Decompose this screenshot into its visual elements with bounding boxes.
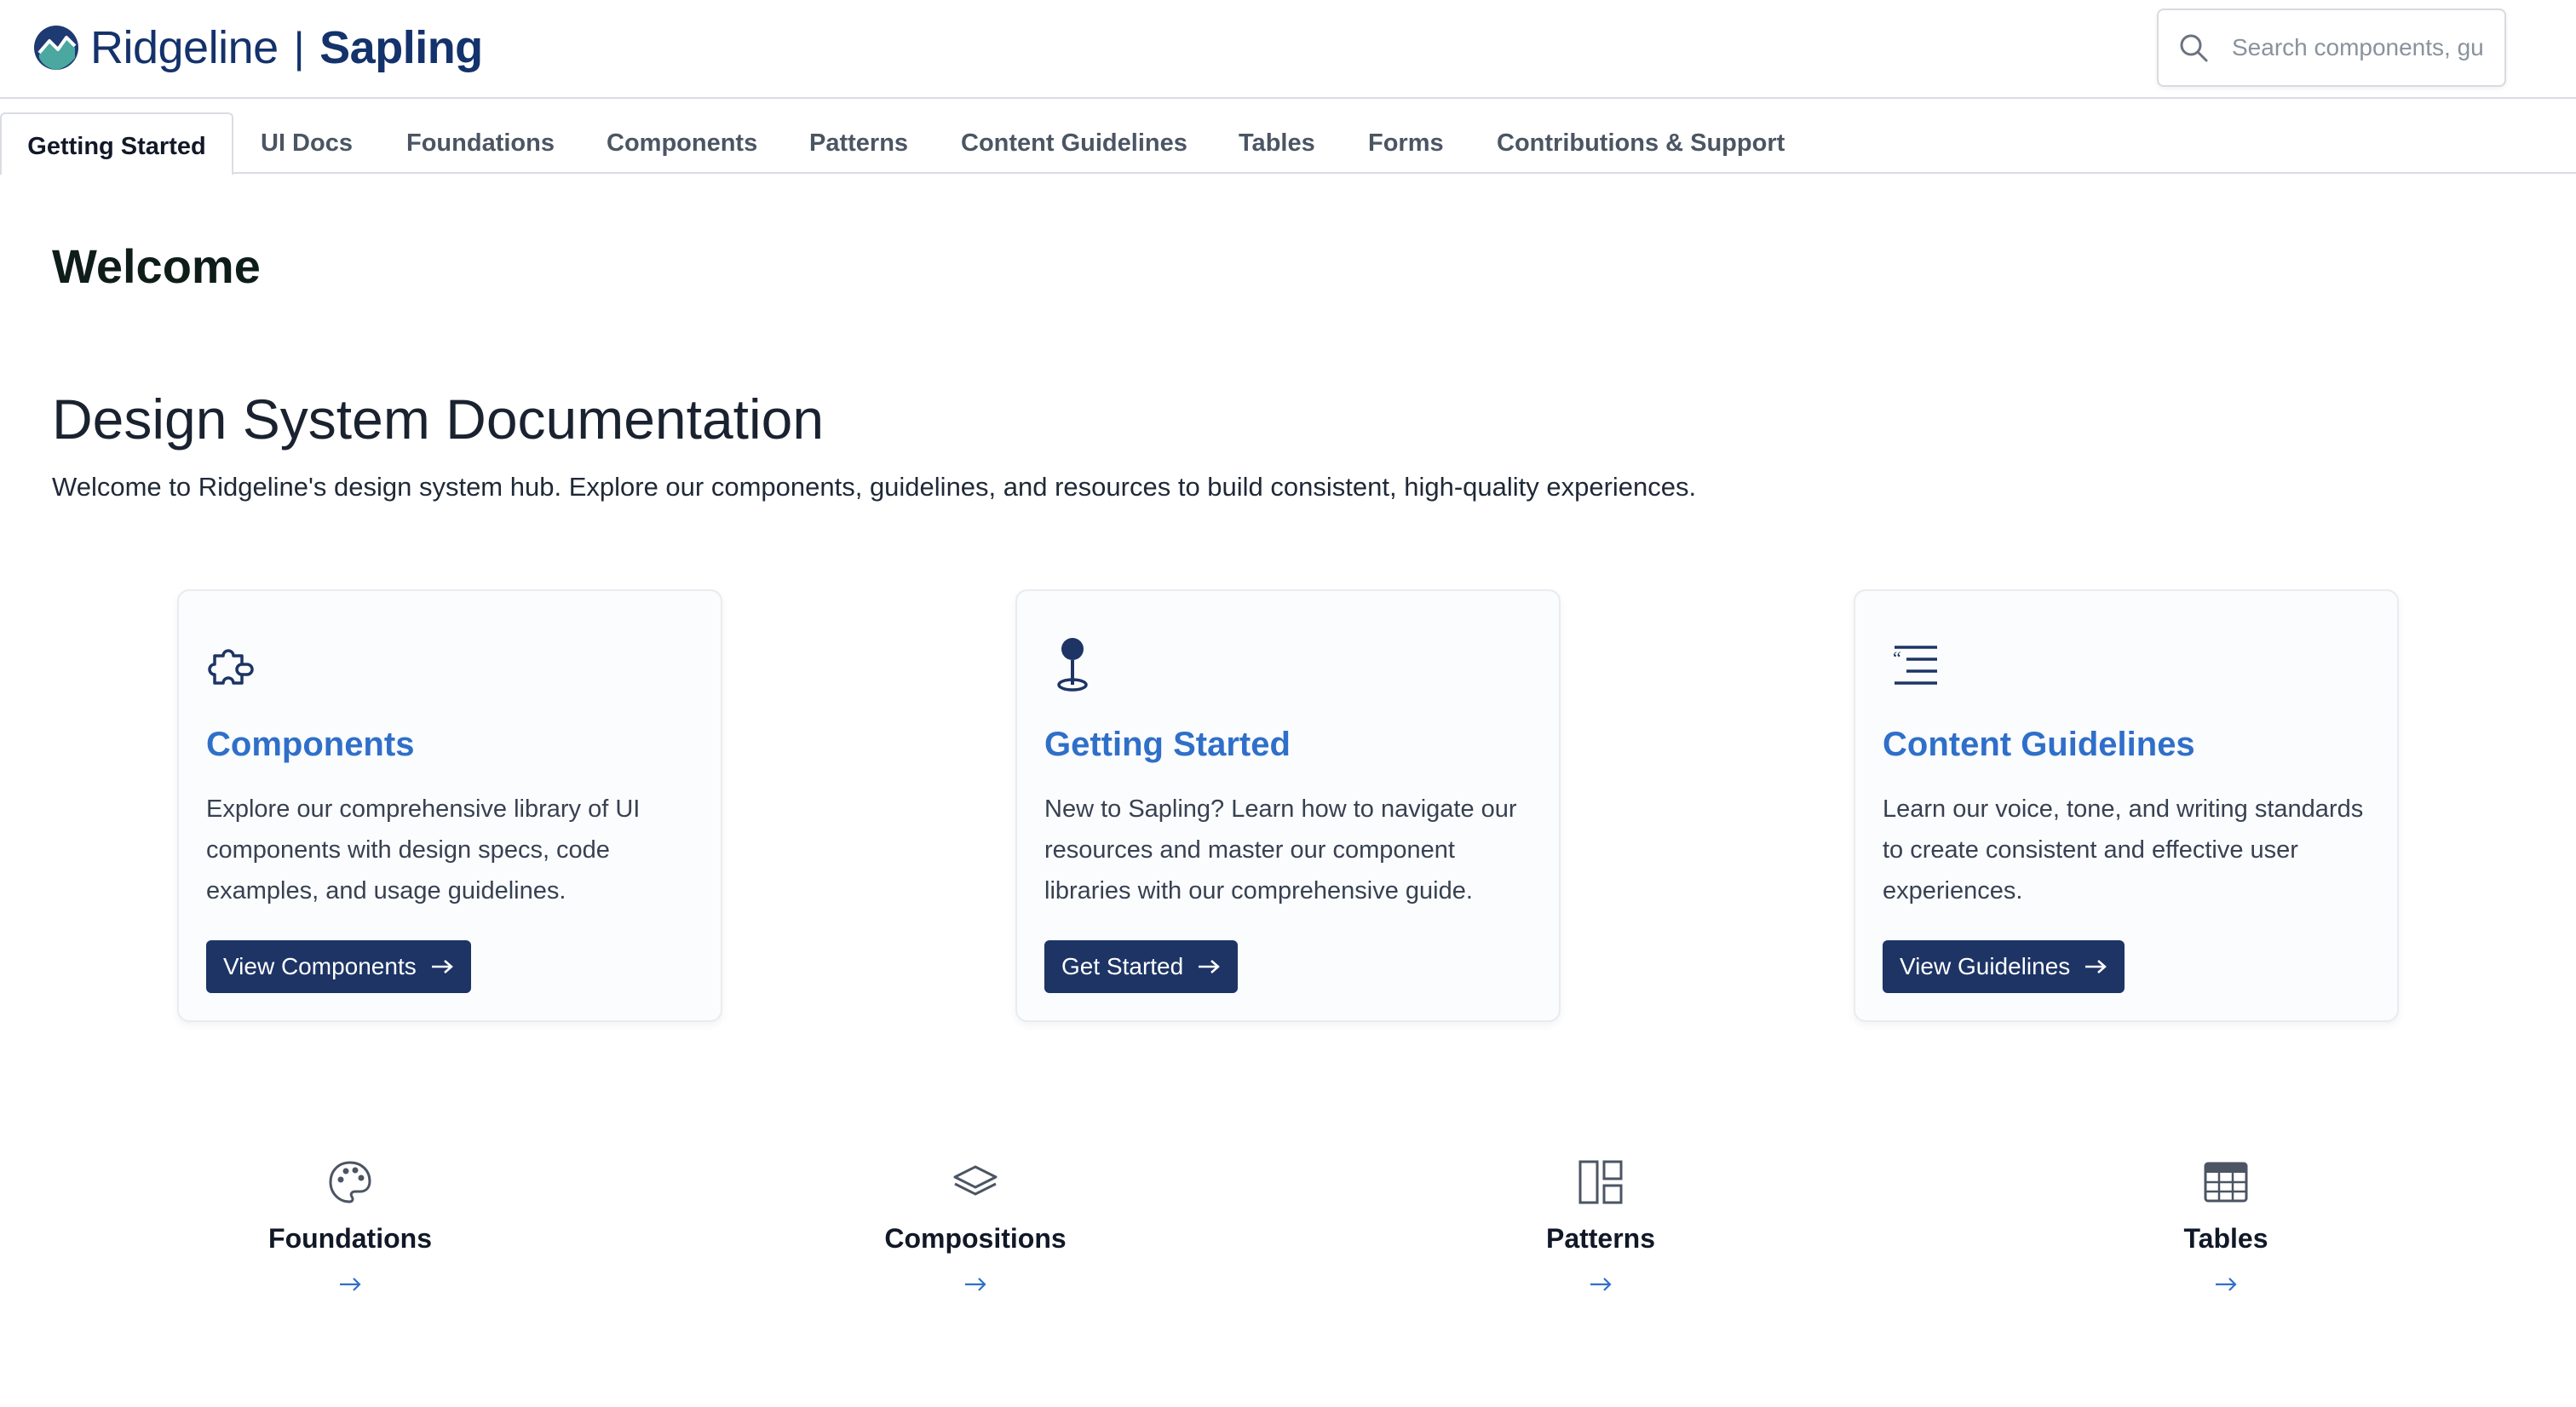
layers-icon bbox=[953, 1165, 998, 1196]
card-content-guidelines: “ Content Guidelines Learn our voice, to… bbox=[1854, 589, 2399, 1022]
card-description: Learn our voice, tone, and writing stand… bbox=[1883, 795, 2364, 904]
ridgeline-logo-icon bbox=[34, 26, 78, 70]
logo[interactable]: Ridgeline | Sapling bbox=[32, 22, 483, 73]
palette-icon bbox=[329, 1161, 371, 1203]
main-nav-tabs: Getting Started UI Docs Foundations Comp… bbox=[0, 112, 2576, 175]
tab-contributions-support[interactable]: Contributions & Support bbox=[1497, 112, 1785, 174]
table-icon bbox=[2204, 1162, 2248, 1203]
search-input[interactable] bbox=[2230, 33, 2489, 62]
arrow-right-icon bbox=[1590, 1278, 1612, 1291]
brand-separator: | bbox=[293, 24, 305, 72]
puzzle-icon bbox=[208, 649, 254, 685]
arrow-right-icon bbox=[2216, 1278, 2237, 1291]
svg-text:“: “ bbox=[1893, 647, 1901, 669]
tab-forms[interactable]: Forms bbox=[1368, 112, 1444, 174]
arrow-right-icon bbox=[965, 1278, 986, 1291]
top-header: Ridgeline | Sapling bbox=[0, 0, 2576, 99]
quick-link-tables[interactable]: Tables bbox=[2047, 1158, 2405, 1294]
tab-components[interactable]: Components bbox=[607, 112, 757, 174]
arrow-right-icon bbox=[2085, 960, 2107, 973]
tab-content-guidelines[interactable]: Content Guidelines bbox=[961, 112, 1187, 174]
page: Ridgeline | Sapling Getting Started UI D… bbox=[0, 0, 2576, 1407]
get-started-button[interactable]: Get Started bbox=[1044, 940, 1239, 993]
tab-tables[interactable]: Tables bbox=[1239, 112, 1315, 174]
view-guidelines-button[interactable]: View Guidelines bbox=[1883, 940, 2125, 993]
quick-link-label: Foundations bbox=[268, 1223, 432, 1254]
brand-name: Ridgeline bbox=[90, 22, 279, 73]
map-pin-icon bbox=[1057, 638, 1088, 692]
card-title[interactable]: Components bbox=[206, 726, 414, 764]
quick-link-label: Tables bbox=[2183, 1223, 2268, 1254]
logo-text: Ridgeline | Sapling bbox=[90, 21, 483, 74]
quick-link-label: Compositions bbox=[884, 1223, 1067, 1254]
button-label: View Guidelines bbox=[1900, 953, 2071, 979]
arrow-right-icon bbox=[340, 1278, 361, 1291]
tab-patterns[interactable]: Patterns bbox=[809, 112, 908, 174]
welcome-heading: Welcome bbox=[52, 239, 261, 293]
quick-link-compositions[interactable]: Compositions bbox=[796, 1158, 1154, 1294]
quick-link-patterns[interactable]: Patterns bbox=[1422, 1158, 1780, 1294]
tab-foundations[interactable]: Foundations bbox=[406, 112, 555, 174]
intro-text: Welcome to Ridgeline's design system hub… bbox=[52, 472, 1697, 502]
quote-lines-icon: “ bbox=[1893, 646, 1937, 685]
search-icon bbox=[2180, 34, 2208, 62]
quick-link-label: Patterns bbox=[1545, 1223, 1656, 1254]
arrow-right-icon bbox=[1199, 960, 1221, 973]
product-name: Sapling bbox=[319, 22, 483, 73]
view-components-button[interactable]: View Components bbox=[206, 940, 471, 993]
card-getting-started: Getting Started New to Sapling? Learn ho… bbox=[1015, 589, 1561, 1022]
tab-ui-docs[interactable]: UI Docs bbox=[261, 112, 353, 174]
card-title[interactable]: Getting Started bbox=[1044, 726, 1291, 764]
card-description: New to Sapling? Learn how to navigate ou… bbox=[1044, 795, 1517, 904]
quick-link-foundations[interactable]: Foundations bbox=[171, 1158, 529, 1294]
button-label: View Components bbox=[223, 953, 417, 979]
card-components: Components Explore our comprehensive lib… bbox=[177, 589, 722, 1022]
layout-icon bbox=[1578, 1160, 1623, 1204]
page-title: Design System Documentation bbox=[52, 388, 825, 451]
arrow-right-icon bbox=[431, 960, 453, 973]
button-label: Get Started bbox=[1061, 953, 1184, 979]
tab-getting-started[interactable]: Getting Started bbox=[0, 112, 233, 175]
search-box[interactable] bbox=[2157, 9, 2506, 87]
card-description: Explore our comprehensive library of UI … bbox=[206, 795, 641, 904]
card-title[interactable]: Content Guidelines bbox=[1883, 726, 2195, 764]
